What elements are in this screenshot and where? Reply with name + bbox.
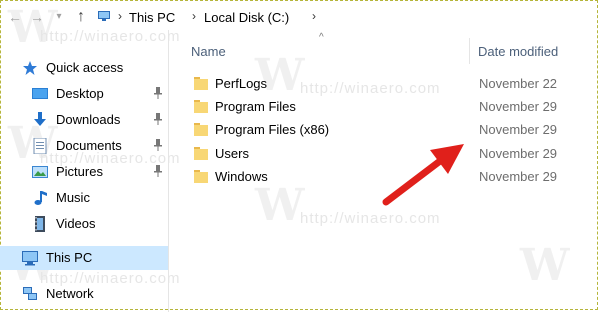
file-row[interactable]: Program Files (x86) November 29 <box>169 118 594 141</box>
nav-item-this-pc[interactable]: This PC <box>0 246 168 270</box>
nav-item-documents[interactable]: Documents <box>0 134 168 158</box>
pin-icon[interactable] <box>153 139 163 151</box>
file-date: November 29 <box>479 99 558 114</box>
file-name: PerfLogs <box>215 76 268 91</box>
file-row[interactable]: Program Files November 29 <box>169 95 594 118</box>
column-date-modified[interactable]: Date modified <box>478 44 558 59</box>
sort-ascending-icon: ^ <box>319 32 324 43</box>
breadcrumb-separator: › <box>312 9 316 23</box>
folder-icon <box>194 77 208 90</box>
nav-item-label: Desktop <box>56 86 104 101</box>
breadcrumb-this-pc[interactable]: This PC <box>129 10 175 25</box>
nav-item-label: Downloads <box>56 112 121 127</box>
back-button[interactable]: ← <box>6 8 24 26</box>
pin-icon[interactable] <box>153 165 163 177</box>
nav-item-label: This PC <box>46 250 93 265</box>
file-date: November 22 <box>479 76 558 91</box>
column-name[interactable]: Name <box>191 44 226 59</box>
forward-button[interactable]: → <box>28 8 46 26</box>
folder-icon <box>194 123 208 136</box>
folder-icon <box>194 100 208 113</box>
nav-item-label: Pictures <box>56 164 103 179</box>
computer-icon <box>22 251 38 266</box>
film-icon <box>35 216 45 232</box>
column-separator[interactable] <box>469 38 470 64</box>
breadcrumb-separator: › <box>192 9 196 23</box>
pin-icon[interactable] <box>153 113 163 125</box>
file-name: Program Files (x86) <box>215 122 330 137</box>
nav-item-label: Quick access <box>46 60 124 75</box>
file-date: November 29 <box>479 122 558 137</box>
arrow-up-icon: ↑ <box>77 8 85 25</box>
chevron-down-icon: ▾ <box>56 11 62 22</box>
file-name: Windows <box>215 169 268 184</box>
nav-item-label: Music <box>56 190 90 205</box>
watermark-text: http://winaero.com <box>300 210 441 227</box>
file-date: November 29 <box>479 169 558 184</box>
file-date: November 29 <box>479 146 558 161</box>
breadcrumb-local-disk[interactable]: Local Disk (C:) <box>204 10 289 25</box>
watermark-logo: W <box>520 240 570 291</box>
network-icon <box>23 287 37 300</box>
column-header: Name ^ Date modified <box>169 32 594 70</box>
nav-item-downloads[interactable]: Downloads <box>0 108 168 132</box>
file-row[interactable]: PerfLogs November 22 <box>169 72 594 95</box>
star-icon <box>23 61 37 75</box>
desktop-icon <box>32 88 48 99</box>
pin-icon[interactable] <box>153 87 163 99</box>
nav-item-music[interactable]: Music <box>0 186 168 210</box>
up-button[interactable]: ↑ <box>72 8 90 26</box>
download-arrow-icon <box>34 112 46 126</box>
nav-item-network[interactable]: Network <box>0 282 168 306</box>
nav-item-quick-access[interactable]: Quick access <box>0 56 168 80</box>
recent-locations-button[interactable]: ▾ <box>50 8 68 26</box>
arrow-right-icon: → <box>30 9 44 25</box>
navigation-pane: Quick access Desktop Downloads Documents… <box>0 30 168 312</box>
red-arrow-annotation <box>382 144 464 206</box>
music-note-icon <box>34 191 47 205</box>
pictures-icon <box>32 166 48 178</box>
nav-item-label: Network <box>46 286 94 301</box>
nav-item-label: Videos <box>56 216 96 231</box>
breadcrumb-separator: › <box>118 9 122 23</box>
arrow-left-icon: ← <box>8 9 22 25</box>
nav-item-videos[interactable]: Videos <box>0 212 168 236</box>
file-name: Program Files <box>215 99 296 114</box>
folder-icon <box>194 170 208 183</box>
nav-item-label: Documents <box>56 138 122 153</box>
folder-icon <box>194 147 208 160</box>
computer-icon <box>98 11 110 21</box>
nav-item-desktop[interactable]: Desktop <box>0 82 168 106</box>
document-icon <box>33 138 47 154</box>
address-bar: ← → ▾ ↑ › This PC › Local Disk (C:) › <box>6 6 594 30</box>
nav-item-pictures[interactable]: Pictures <box>0 160 168 184</box>
file-name: Users <box>215 146 249 161</box>
